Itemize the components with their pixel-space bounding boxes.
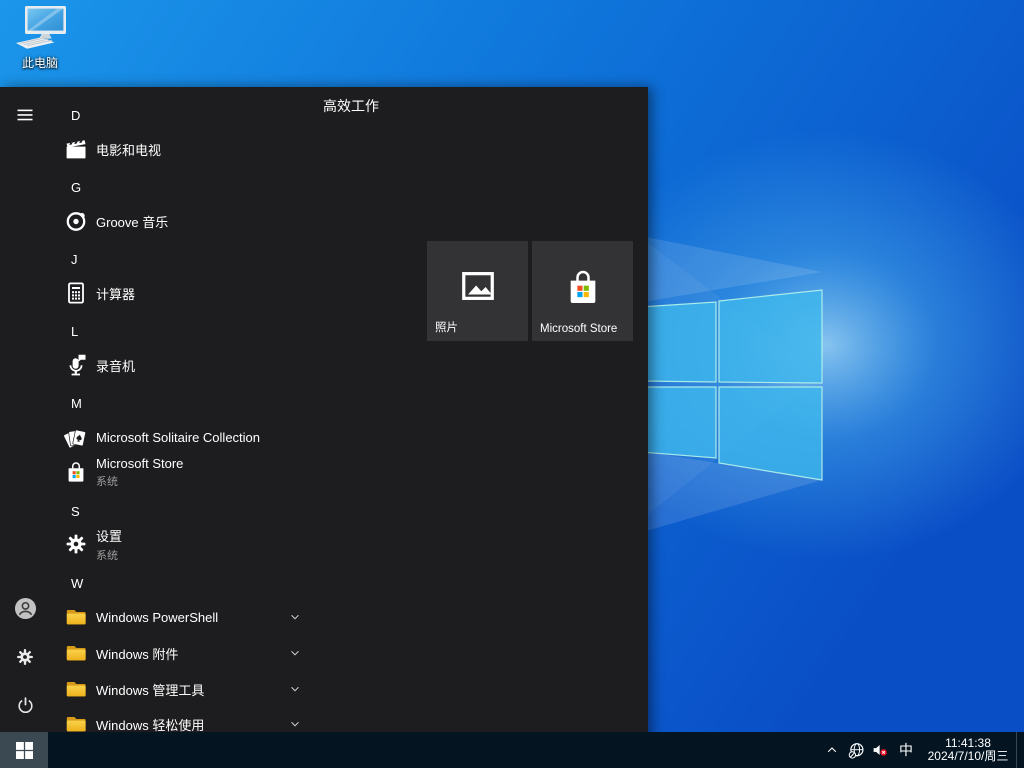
- start-menu-app-list: D 电影和电视 G Groove 音乐 J 计算器 L: [48, 87, 320, 768]
- power-button[interactable]: [12, 692, 38, 718]
- app-item-settings[interactable]: 设置 系统: [48, 522, 310, 566]
- clock-time: 11:41:38: [920, 737, 1016, 751]
- start-menu: D 电影和电视 G Groove 音乐 J 计算器 L: [0, 87, 648, 768]
- calculator-icon: [64, 281, 88, 305]
- letter-header-l[interactable]: L: [48, 314, 310, 348]
- settings-gear-icon: [64, 532, 88, 556]
- letter-header-g[interactable]: G: [48, 170, 310, 204]
- photos-icon: [459, 267, 497, 305]
- app-item-groove-music[interactable]: Groove 音乐: [48, 204, 310, 238]
- windows-logo-icon: [16, 742, 33, 759]
- solitaire-icon: [64, 425, 88, 449]
- letter-header-w[interactable]: W: [48, 566, 310, 600]
- chevron-down-icon[interactable]: [289, 683, 301, 695]
- folder-icon: [64, 641, 88, 665]
- app-item-sublabel: 系统: [96, 547, 122, 563]
- chevron-down-icon[interactable]: [289, 647, 301, 659]
- clock-date: 2024/7/10/周三: [920, 750, 1016, 764]
- power-icon: [15, 695, 36, 716]
- chevron-down-icon[interactable]: [289, 718, 301, 730]
- folder-item-windows-accessories[interactable]: Windows 附件: [48, 636, 310, 670]
- tile-group-header[interactable]: 高效工作: [323, 96, 379, 116]
- tile-microsoft-store[interactable]: Microsoft Store: [532, 241, 633, 341]
- app-item-movies-tv[interactable]: 电影和电视: [48, 132, 310, 166]
- folder-icon: [64, 605, 88, 629]
- letter-header-j[interactable]: J: [48, 242, 310, 276]
- microsoft-store-icon: [563, 267, 603, 307]
- groove-music-icon: [64, 209, 88, 233]
- settings-icon: [15, 647, 35, 667]
- user-icon: [14, 597, 37, 620]
- folder-item-windows-powershell[interactable]: Windows PowerShell: [48, 600, 310, 634]
- taskbar: 中 11:41:38 2024/7/10/周三: [0, 732, 1024, 768]
- movies-tv-icon: [64, 137, 88, 161]
- ime-indicator[interactable]: 中: [892, 732, 920, 768]
- taskbar-clock[interactable]: 11:41:38 2024/7/10/周三: [920, 732, 1016, 768]
- volume-button[interactable]: [868, 732, 892, 768]
- letter-header-d[interactable]: D: [48, 98, 310, 132]
- tile-photos[interactable]: 照片: [427, 241, 528, 341]
- chevron-up-icon: [825, 743, 839, 757]
- show-desktop-button[interactable]: [1016, 732, 1024, 768]
- desktop-icon-this-pc[interactable]: 此电脑: [10, 5, 70, 71]
- tray-expand-button[interactable]: [820, 732, 844, 768]
- hamburger-icon: [15, 105, 35, 125]
- volume-muted-icon: [871, 741, 889, 759]
- chevron-down-icon[interactable]: [289, 611, 301, 623]
- desktop-screen: 此电脑 D 电影和电视 G: [0, 0, 1024, 768]
- taskbar-empty-area: [48, 732, 820, 768]
- start-button[interactable]: [0, 732, 48, 768]
- folder-icon: [64, 677, 88, 701]
- microsoft-store-icon: [64, 460, 88, 484]
- system-tray: 中 11:41:38 2024/7/10/周三: [820, 732, 1024, 768]
- app-item-solitaire[interactable]: Microsoft Solitaire Collection: [48, 420, 310, 454]
- letter-header-m[interactable]: M: [48, 386, 310, 420]
- start-menu-expand-button[interactable]: [12, 102, 38, 128]
- network-button[interactable]: [844, 732, 868, 768]
- user-account-button[interactable]: [12, 595, 38, 621]
- voice-recorder-icon: [64, 353, 88, 377]
- this-pc-icon: [12, 5, 68, 53]
- app-item-calculator[interactable]: 计算器: [48, 276, 310, 310]
- app-item-sublabel: 系统: [96, 473, 183, 489]
- app-item-voice-recorder[interactable]: 录音机: [48, 348, 310, 382]
- network-no-internet-icon: [847, 741, 866, 760]
- folder-item-windows-admin-tools[interactable]: Windows 管理工具: [48, 672, 310, 706]
- app-item-microsoft-store[interactable]: Microsoft Store 系统: [48, 450, 310, 494]
- desktop-icon-label: 此电脑: [22, 54, 58, 71]
- settings-button[interactable]: [12, 644, 38, 670]
